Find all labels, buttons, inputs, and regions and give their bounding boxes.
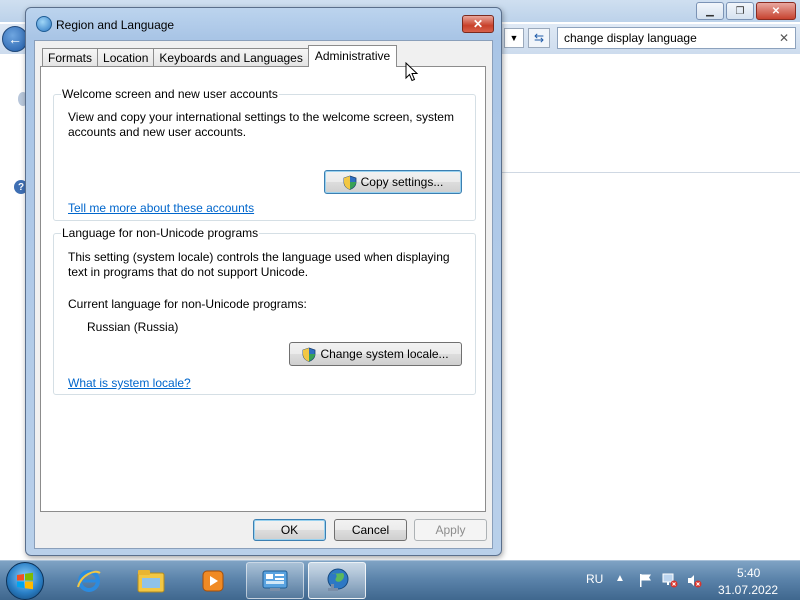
- clock-time[interactable]: 5:40: [737, 566, 760, 580]
- tab-location[interactable]: Location: [97, 48, 155, 67]
- administrative-panel: Welcome screen and new user accounts Vie…: [40, 66, 486, 512]
- change-system-locale-label: Change system locale...: [320, 347, 449, 361]
- start-button[interactable]: [6, 562, 44, 600]
- system-locale-help-link[interactable]: What is system locale?: [68, 376, 191, 391]
- cancel-button[interactable]: Cancel: [334, 519, 407, 541]
- welcome-description-line2: accounts and new user accounts.: [68, 125, 247, 139]
- mouse-cursor-icon: [405, 62, 419, 82]
- accounts-help-link[interactable]: Tell me more about these accounts: [68, 201, 254, 216]
- current-language-label: Current language for non-Unicode program…: [68, 297, 307, 311]
- windows-logo-icon: [17, 572, 33, 590]
- taskbar: RU ▲ 5:40 31.07.2022: [0, 560, 800, 600]
- region-language-dialog: Region and Language ✕ Formats Location K…: [25, 7, 502, 556]
- clear-search-icon[interactable]: ✕: [779, 31, 789, 45]
- unicode-description-line1: This setting (system locale) controls th…: [68, 250, 450, 264]
- taskbar-item-explorer[interactable]: [122, 562, 180, 599]
- region-language-icon: [327, 568, 349, 591]
- search-input[interactable]: change display language ✕: [557, 27, 796, 49]
- tab-strip: Formats Location Keyboards and Languages…: [42, 45, 398, 67]
- current-language-value: Russian (Russia): [87, 320, 179, 334]
- clock-date[interactable]: 31.07.2022: [718, 583, 778, 597]
- group-title: Welcome screen and new user accounts: [61, 87, 279, 101]
- tab-keyboards-languages[interactable]: Keyboards and Languages: [153, 48, 309, 67]
- internet-explorer-icon: [77, 569, 101, 592]
- control-panel-icon: [262, 570, 288, 591]
- minimize-button[interactable]: ▁: [696, 2, 724, 20]
- show-hidden-icons-button[interactable]: ▲: [615, 573, 625, 584]
- uac-shield-icon: [303, 347, 316, 362]
- globe-icon: [36, 16, 52, 32]
- divider: [500, 172, 800, 173]
- windows-explorer-icon: [137, 569, 165, 592]
- taskbar-item-region-language[interactable]: [308, 562, 366, 599]
- maximize-button[interactable]: ❐: [726, 2, 754, 20]
- volume-muted-icon[interactable]: [686, 573, 702, 588]
- tab-administrative[interactable]: Administrative: [307, 45, 398, 67]
- welcome-description-line1: View and copy your international setting…: [68, 110, 454, 124]
- taskbar-item-media-player[interactable]: [184, 562, 242, 599]
- input-language-indicator[interactable]: RU: [586, 572, 603, 586]
- welcome-screen-group: Welcome screen and new user accounts Vie…: [53, 87, 476, 221]
- refresh-icon[interactable]: ⇆: [528, 28, 550, 48]
- close-button[interactable]: ✕: [756, 2, 796, 20]
- change-system-locale-button[interactable]: Change system locale...: [289, 342, 462, 366]
- dialog-body: Formats Location Keyboards and Languages…: [34, 40, 493, 549]
- address-dropdown-icon[interactable]: ▼: [504, 28, 524, 48]
- unicode-description-line2: text in programs that do not support Uni…: [68, 265, 309, 279]
- taskbar-item-internet-explorer[interactable]: [60, 562, 118, 599]
- dialog-close-button[interactable]: ✕: [462, 15, 494, 33]
- tab-formats[interactable]: Formats: [42, 48, 99, 67]
- non-unicode-group: Language for non-Unicode programs This s…: [53, 226, 476, 395]
- action-center-flag-icon[interactable]: [639, 573, 653, 588]
- copy-settings-button[interactable]: Copy settings...: [324, 170, 462, 194]
- control-panel-window-buttons: ▁ ❐ ✕: [696, 2, 796, 20]
- ok-button[interactable]: OK: [253, 519, 326, 541]
- group-title: Language for non-Unicode programs: [61, 226, 260, 240]
- media-player-icon: [202, 570, 224, 591]
- search-input-value: change display language: [564, 31, 697, 45]
- copy-settings-label: Copy settings...: [360, 175, 444, 189]
- network-icon[interactable]: [662, 573, 678, 588]
- taskbar-item-control-panel[interactable]: [246, 562, 304, 599]
- uac-shield-icon: [343, 175, 357, 190]
- dialog-title: Region and Language: [56, 18, 175, 32]
- apply-button[interactable]: Apply: [414, 519, 487, 541]
